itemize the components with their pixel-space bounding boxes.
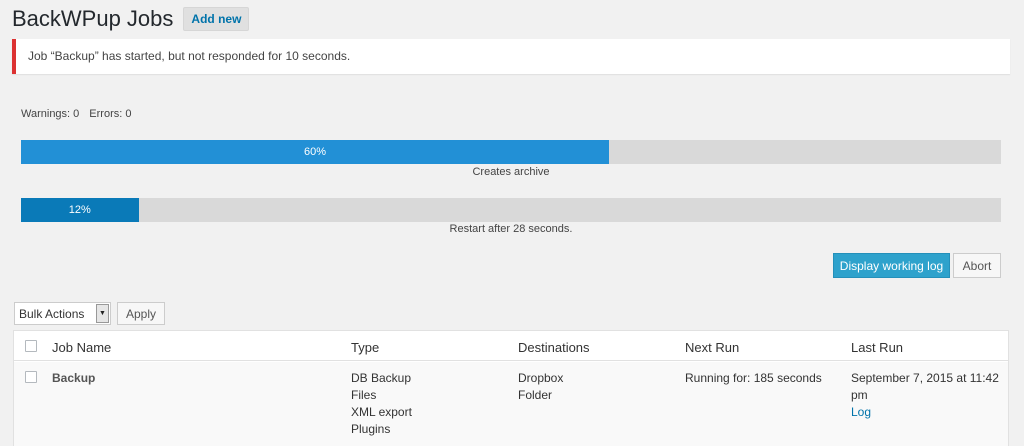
job-type-item: XML export [351,405,412,419]
chevron-down-icon[interactable]: ▼ [96,304,109,323]
progress-label-substep: 12% [68,204,91,216]
table-header: Job Name Type Destinations Next Run Last… [14,331,1008,361]
last-run-cell: September 7, 2015 at 11:42 pm Log [851,370,1001,421]
job-counters: Warnings: 0 Errors: 0 [21,108,131,120]
select-all-checkbox[interactable] [25,340,37,352]
progress-bar-substep: 12% [21,198,1001,222]
log-link[interactable]: Log [851,404,1001,421]
job-type-item: Plugins [351,422,391,436]
row-checkbox[interactable] [25,371,37,383]
apply-button[interactable]: Apply [117,302,165,325]
bulk-actions-selected: Bulk Actions [19,306,85,321]
column-header-next-run: Next Run [685,340,740,355]
job-type-item: DB Backup [351,371,412,385]
bulk-actions-select[interactable]: Bulk Actions ▼ [14,302,111,325]
display-working-log-button[interactable]: Display working log [833,253,950,278]
warnings-count: Warnings: 0 [21,108,80,120]
column-header-destinations: Destinations [518,340,590,355]
jobs-table: Job Name Type Destinations Next Run Last… [13,330,1009,446]
abort-button[interactable]: Abort [953,253,1001,278]
progress-fill-step: 60% [21,140,609,164]
page-title: BackWPup Jobs [12,6,174,31]
job-types: DB Backup Files XML export Plugins [351,370,412,438]
error-notice: Job “Backup” has started, but not respon… [12,39,1010,74]
progress-bar-step: 60% [21,140,1001,164]
progress-fill-substep: 12% [21,198,139,222]
last-run-value: September 7, 2015 at 11:42 pm [851,371,999,402]
progress-label-step: 60% [303,146,327,158]
next-run-value: Running for: 185 seconds [685,371,822,385]
table-row: Backup DB Backup Files XML export Plugin… [14,362,1008,446]
job-destinations: Dropbox Folder [518,370,563,404]
column-header-job-name[interactable]: Job Name [52,339,111,356]
progress-caption-step: Creates archive [472,166,550,178]
page-header: BackWPup Jobs Add new [12,4,250,34]
destination-item: Folder [518,388,553,402]
job-type-item: Files [351,388,377,402]
destination-item: Dropbox [518,371,564,385]
progress-caption-substep: Restart after 28 seconds. [449,223,573,235]
column-header-last-run: Last Run [851,340,904,355]
add-new-button[interactable]: Add new [183,7,250,31]
errors-count: Errors: 0 [89,108,132,120]
column-header-type: Type [351,340,380,355]
job-name[interactable]: Backup [52,370,95,387]
